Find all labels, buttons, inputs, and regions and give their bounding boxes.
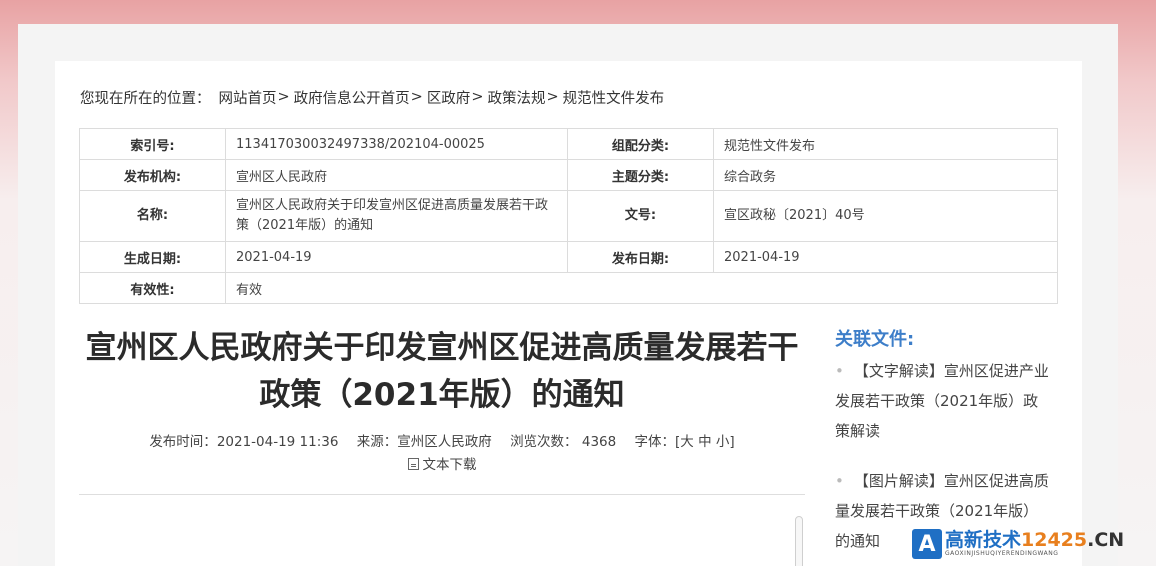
watermark-logo-icon: A xyxy=(912,529,942,559)
validity-label: 有效性: xyxy=(79,272,226,304)
metadata-row: 有效性: 有效 xyxy=(79,272,1058,304)
breadcrumb-normative-docs-link[interactable]: 规范性文件发布 xyxy=(563,87,665,108)
bullet-icon: • xyxy=(835,362,844,380)
view-count-label: 浏览次数： xyxy=(510,434,578,450)
name-value: 宣州区人民政府关于印发宣州区促进高质量发展若干政策（2021年版）的通知 xyxy=(225,190,568,242)
metadata-row: 名称: 宣州区人民政府关于印发宣州区促进高质量发展若干政策（2021年版）的通知… xyxy=(79,190,1058,242)
breadcrumb-district-gov-link[interactable]: 区政府 xyxy=(427,87,471,108)
breadcrumb-separator: > xyxy=(410,89,423,105)
source: 来源：宣州区人民政府 xyxy=(357,434,492,450)
breadcrumb-home-link[interactable]: 网站首页 xyxy=(219,87,277,108)
related-files-title: 关联文件: xyxy=(835,329,915,350)
related-file-link[interactable]: • 【文字解读】宣州区促进产业发展若干政策（2021年版）政策解读 xyxy=(835,356,1050,446)
metadata-row: 生成日期: 2021-04-19 发布日期: 2021-04-19 xyxy=(79,241,1058,273)
content-divider xyxy=(79,494,805,495)
publish-time: 发布时间：2021-04-19 11:36 xyxy=(149,434,338,450)
font-large-button[interactable]: 大 xyxy=(680,434,694,450)
font-size-label: 字体： xyxy=(634,434,676,450)
docno-value: 宣区政秘〔2021〕40号 xyxy=(713,190,1058,242)
watermark-sub: GAOXINJISHUQIYERENDINGWANG xyxy=(945,550,1059,557)
source-label: 来源： xyxy=(356,434,398,450)
watermark-number: 12425 xyxy=(1021,529,1088,551)
index-value: 113417030032497338/202104-00025 xyxy=(225,128,568,160)
view-count-value: 4368 xyxy=(581,434,617,450)
watermark-cn-text: 高新技术 xyxy=(945,529,1022,551)
index-label: 索引号: xyxy=(79,128,226,160)
metadata-row: 发布机构: 宣州区人民政府 主题分类: 综合政务 xyxy=(79,159,1058,191)
docno-label: 文号: xyxy=(567,190,714,242)
publish-time-value: 2021-04-19 11:36 xyxy=(216,434,339,450)
article-info-bar: 发布时间：2021-04-19 11:36 来源：宣州区人民政府 浏览次数： 4… xyxy=(80,430,804,450)
metadata-row: 索引号: 113417030032497338/202104-00025 组配分… xyxy=(79,128,1058,160)
published-date-label: 发布日期: xyxy=(567,241,714,273)
document-icon xyxy=(407,458,419,470)
bullet-icon: • xyxy=(835,472,844,490)
font-small-button[interactable]: 小 xyxy=(716,434,730,450)
watermark-domain: .CN xyxy=(1087,529,1125,551)
publish-time-label: 发布时间： xyxy=(149,434,217,450)
font-bracket: ] xyxy=(729,434,735,450)
document-metadata-table: 索引号: 113417030032497338/202104-00025 组配分… xyxy=(79,128,1058,304)
related-file-text: 【文字解读】宣州区促进产业发展若干政策（2021年版）政策解读 xyxy=(835,362,1049,440)
breadcrumb-gov-info-link[interactable]: 政府信息公开首页 xyxy=(294,87,410,108)
publisher-label: 发布机构: xyxy=(79,159,226,191)
published-date-value: 2021-04-19 xyxy=(713,241,1058,273)
topic-value: 综合政务 xyxy=(713,159,1058,191)
category-value: 规范性文件发布 xyxy=(713,128,1058,160)
publisher-value: 宣州区人民政府 xyxy=(225,159,568,191)
content-scrollbar[interactable] xyxy=(795,516,803,566)
created-date-value: 2021-04-19 xyxy=(225,241,568,273)
breadcrumb-policy-link[interactable]: 政策法规 xyxy=(487,87,545,108)
breadcrumb-separator: > xyxy=(277,89,290,105)
created-date-label: 生成日期: xyxy=(79,241,226,273)
article-title: 宣州区人民政府关于印发宣州区促进高质量发展若干政策（2021年版）的通知 xyxy=(85,330,799,413)
view-count: 浏览次数： 4368 xyxy=(510,434,616,450)
site-watermark: A 高新技术12425.CN GAOXINJISHUQIYERENDINGWAN… xyxy=(912,527,1124,561)
watermark-main: 高新技术12425.CN xyxy=(945,530,1124,550)
text-download-link[interactable]: 文本下载 xyxy=(80,453,804,473)
breadcrumb-separator: > xyxy=(471,89,484,105)
watermark-text: 高新技术12425.CN GAOXINJISHUQIYERENDINGWANG xyxy=(945,530,1124,558)
breadcrumb-separator: > xyxy=(546,89,559,105)
category-label: 组配分类: xyxy=(567,128,714,160)
topic-label: 主题分类: xyxy=(567,159,714,191)
font-size-control: 字体：[大 中 小] xyxy=(635,434,735,450)
breadcrumb: 您现在所在的位置： 网站首页 > 政府信息公开首页 > 区政府 > 政策法规 >… xyxy=(80,86,664,108)
text-download-label: 文本下载 xyxy=(422,457,477,473)
validity-value: 有效 xyxy=(225,272,1058,304)
breadcrumb-lead: 您现在所在的位置： xyxy=(80,90,211,107)
source-value: 宣州区人民政府 xyxy=(397,434,492,450)
font-medium-button[interactable]: 中 xyxy=(698,434,712,450)
name-label: 名称: xyxy=(79,190,226,242)
